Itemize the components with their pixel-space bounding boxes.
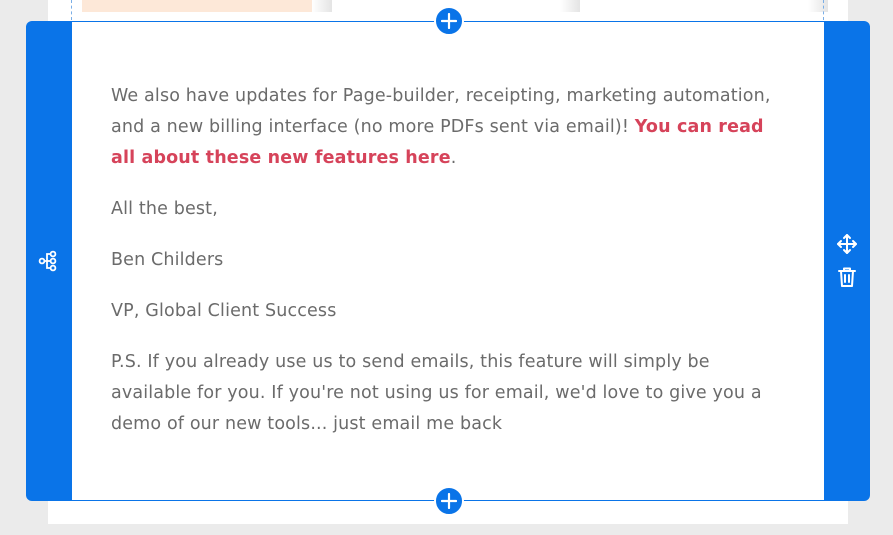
- postscript: P.S. If you already use us to send email…: [111, 352, 762, 434]
- email-text-content[interactable]: We also have updates for Page-builder, r…: [111, 81, 771, 460]
- sign-off: All the best,: [111, 199, 218, 219]
- paragraph-updates: We also have updates for Page-builder, r…: [111, 81, 771, 174]
- column-divider: [312, 0, 332, 12]
- text-block-selected[interactable]: We also have updates for Page-builder, r…: [71, 21, 825, 501]
- structure-tree-icon[interactable]: [38, 250, 58, 272]
- updates-suffix: .: [450, 148, 457, 168]
- signer-title: VP, Global Client Success: [111, 301, 337, 321]
- guide-line: [71, 0, 72, 20]
- add-block-below-button[interactable]: [434, 486, 464, 516]
- add-block-above-button[interactable]: [434, 6, 464, 36]
- move-arrows-icon[interactable]: [836, 233, 858, 255]
- column-divider: [560, 0, 580, 12]
- column-divider: [808, 0, 828, 12]
- plus-icon: [441, 13, 457, 29]
- block-left-handle[interactable]: [26, 21, 72, 501]
- image-placeholder: [82, 0, 312, 12]
- signer-name: Ben Childers: [111, 250, 224, 270]
- block-right-handle: [824, 21, 870, 501]
- trash-icon[interactable]: [837, 266, 857, 288]
- plus-icon: [441, 493, 457, 509]
- guide-line: [823, 0, 824, 20]
